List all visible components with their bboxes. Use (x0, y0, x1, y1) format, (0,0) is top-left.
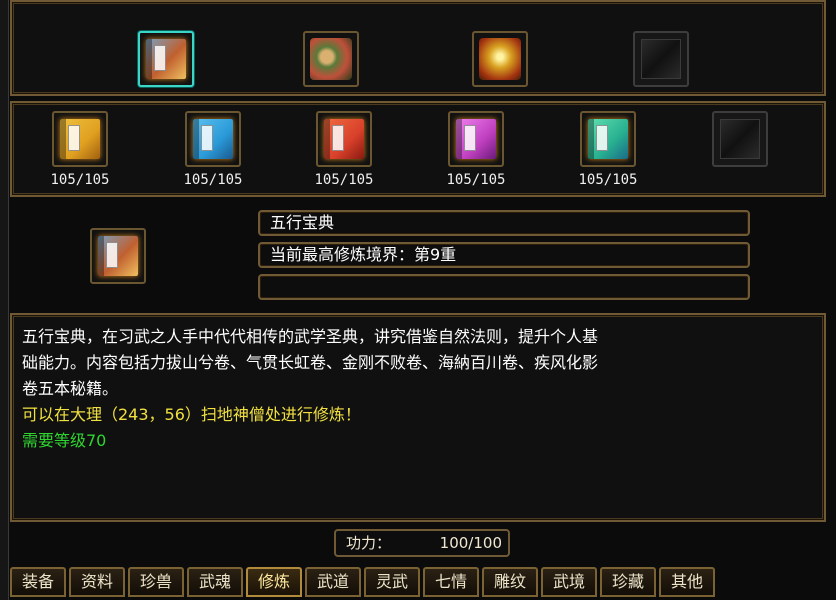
volume-slot-3[interactable] (316, 111, 372, 167)
level-requirement: 需要等级70 (22, 431, 107, 450)
description-line-1: 五行宝典，在习武之人手中代代相传的武学圣典，讲究借鉴自然法则，提升个人基 (22, 327, 599, 346)
description-line-3: 卷五本秘籍。 (22, 379, 119, 398)
bottom-tab-bar: 装备 资料 珍兽 武魂 修炼 武道 灵武 七情 雕纹 武境 珍藏 其他 (10, 567, 715, 600)
selected-item-slot[interactable] (90, 228, 146, 284)
training-location: 可以在大理（243，56）扫地神僧处进行修炼！ (22, 405, 361, 424)
volume-count-3: 105/105 (314, 172, 374, 188)
tab-collection[interactable]: 珍藏 (600, 567, 656, 597)
tab-martial-realm[interactable]: 武境 (541, 567, 597, 597)
volume-count-5: 105/105 (578, 172, 638, 188)
tab-cultivation[interactable]: 修炼 (246, 567, 302, 597)
power-value: 100/100 (439, 534, 502, 552)
treasure-slot-wuxing[interactable] (138, 31, 194, 87)
volume-panel (10, 101, 826, 197)
treasure-panel (10, 0, 826, 96)
volume-count-2: 105/105 (183, 172, 243, 188)
description-text: 五行宝典，在习武之人手中代代相传的武学圣典，讲究借鉴自然法则，提升个人基 础能力… (22, 324, 807, 454)
tab-martial-way[interactable]: 武道 (305, 567, 361, 597)
tab-equipment[interactable]: 装备 (10, 567, 66, 597)
purple-book-icon (456, 119, 496, 159)
volume-slot-empty[interactable] (712, 111, 768, 167)
wuxing-book-icon (146, 39, 186, 79)
teal-book-icon (588, 119, 628, 159)
golden-scrolls-icon (479, 38, 521, 80)
power-display: 功力： 100/100 (334, 529, 510, 557)
tab-martial-soul[interactable]: 武魂 (187, 567, 243, 597)
red-book-icon (324, 119, 364, 159)
treasure-slot-empty[interactable] (633, 31, 689, 87)
volume-slot-4[interactable] (448, 111, 504, 167)
volume-slot-2[interactable] (185, 111, 241, 167)
volume-count-1: 105/105 (50, 172, 110, 188)
tab-other[interactable]: 其他 (659, 567, 715, 597)
item-title-field: 五行宝典 (258, 210, 750, 236)
blue-book-icon (193, 119, 233, 159)
left-window-edge (0, 0, 9, 600)
power-label: 功力： (346, 534, 392, 552)
wuxing-book-icon (98, 236, 138, 276)
volume-slot-1[interactable] (52, 111, 108, 167)
tab-seven-emotions[interactable]: 七情 (423, 567, 479, 597)
yellow-book-icon (60, 119, 100, 159)
volume-count-4: 105/105 (446, 172, 506, 188)
extra-info-field (258, 274, 750, 300)
tab-pets[interactable]: 珍兽 (128, 567, 184, 597)
description-line-2: 础能力。内容包括力拔山兮卷、气贯长虹卷、金刚不败卷、海納百川卷、疾风化影 (22, 353, 599, 372)
cultivation-realm-field: 当前最高修炼境界：第9重 (258, 242, 750, 268)
tab-spirit-weapon[interactable]: 灵武 (364, 567, 420, 597)
treasure-slot-scroll-bundle[interactable] (303, 31, 359, 87)
scroll-bundle-icon (310, 38, 352, 80)
treasure-slot-golden-scrolls[interactable] (472, 31, 528, 87)
volume-slot-5[interactable] (580, 111, 636, 167)
tab-profile[interactable]: 资料 (69, 567, 125, 597)
tab-engraving[interactable]: 雕纹 (482, 567, 538, 597)
